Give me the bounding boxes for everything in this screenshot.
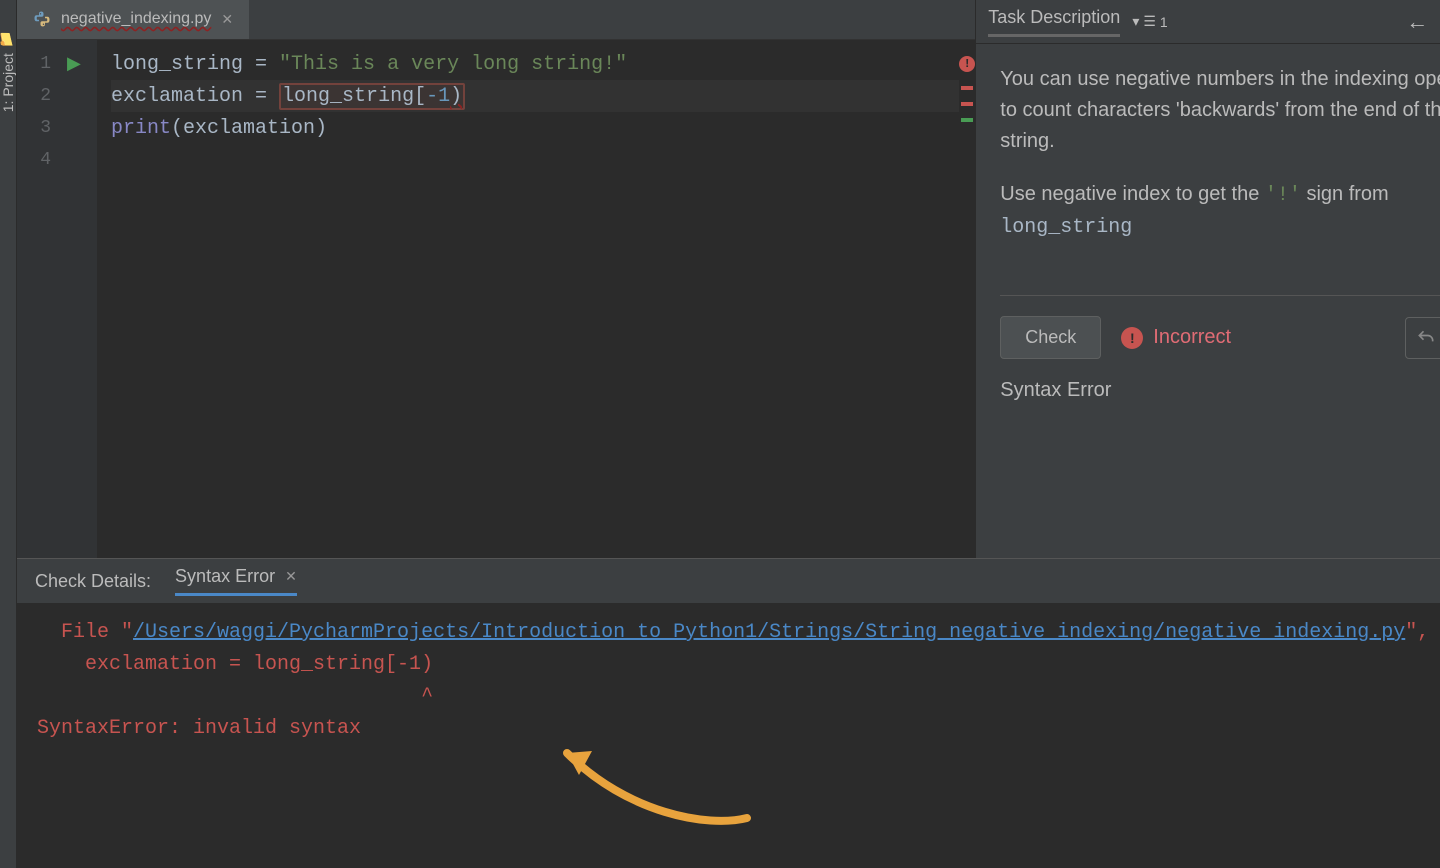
annotation-arrow-icon (547, 733, 767, 833)
error-stripe[interactable] (961, 102, 973, 106)
main-area: negative_indexing.py ✕ 1 ▶ 2 3 (17, 0, 1440, 868)
code-line[interactable] (111, 144, 959, 176)
task-actions: Check ! Incorrect (976, 316, 1440, 379)
console-line: File "/Users/waggi/PycharmProjects/Intro… (37, 617, 1440, 649)
task-description: You can use negative numbers in the inde… (976, 44, 1440, 285)
ok-stripe[interactable] (961, 118, 973, 122)
left-tool-gutter: 1: Project 📁 (0, 0, 17, 868)
folder-icon: 📁 (0, 31, 17, 47)
divider (1000, 295, 1440, 296)
check-details-header: Check Details: Syntax Error ✕ — (17, 559, 1440, 603)
run-gutter-icon[interactable]: ▶ (67, 53, 81, 75)
editor-tab-label: negative_indexing.py (61, 10, 211, 28)
error-stripe[interactable] (961, 86, 973, 90)
status-badge: ! Incorrect (1121, 326, 1231, 349)
task-header: Task Description ▾☰1 ← → (976, 0, 1440, 44)
check-button[interactable]: Check (1000, 316, 1101, 359)
editor-gutter: 1 ▶ 2 3 4 (17, 40, 97, 558)
chevron-down-icon: ▾ (1132, 13, 1139, 30)
task-list-indicator[interactable]: ▾☰1 (1132, 13, 1167, 30)
code-line[interactable]: print(exclamation) (111, 112, 959, 144)
task-title: Task Description (988, 7, 1120, 37)
close-icon[interactable]: ✕ (285, 568, 297, 585)
undo-button[interactable] (1405, 317, 1440, 359)
console-line: SyntaxError: invalid syntax (37, 713, 1440, 745)
prev-task-button[interactable]: ← (1401, 6, 1433, 38)
editor-tabs: negative_indexing.py ✕ (17, 0, 975, 40)
marker-strip: ! (959, 40, 975, 558)
code-line[interactable]: long_string = "This is a very long strin… (111, 48, 959, 80)
task-paragraph: You can use negative numbers in the inde… (1000, 64, 1440, 157)
line-number: 3 (17, 118, 57, 138)
code-area[interactable]: long_string = "This is a very long strin… (97, 40, 959, 558)
console-line: ^ (37, 681, 1440, 713)
close-icon[interactable]: ✕ (221, 11, 233, 28)
editor-tab[interactable]: negative_indexing.py ✕ (17, 0, 249, 39)
task-panel: Task Description ▾☰1 ← → You can use neg… (975, 0, 1440, 558)
editor-pane: negative_indexing.py ✕ 1 ▶ 2 3 (17, 0, 975, 558)
project-tool-tab[interactable]: 1: Project 📁 (0, 30, 16, 112)
line-number: 4 (17, 150, 57, 170)
line-number: 2 (17, 86, 57, 106)
editor-body[interactable]: 1 ▶ 2 3 4 long_string = "This is (17, 40, 975, 558)
task-error-title: Syntax Error (976, 379, 1440, 422)
file-link[interactable]: /Users/waggi/PycharmProjects/Introductio… (133, 621, 1405, 644)
python-file-icon (33, 10, 51, 28)
error-marker-icon[interactable]: ! (959, 56, 975, 72)
error-icon: ! (1121, 327, 1143, 349)
console-line: exclamation = long_string[-1) (37, 649, 1440, 681)
check-details-tab[interactable]: Syntax Error ✕ (175, 566, 297, 596)
top-split: negative_indexing.py ✕ 1 ▶ 2 3 (17, 0, 1440, 558)
check-details-label: Check Details: (35, 571, 151, 592)
project-label: 1: Project (0, 53, 16, 112)
code-line[interactable]: exclamation = long_string[-1) (111, 80, 959, 112)
task-paragraph: Use negative index to get the '!' sign f… (1000, 179, 1440, 243)
line-number: 1 (17, 54, 57, 74)
console-output[interactable]: File "/Users/waggi/PycharmProjects/Intro… (17, 603, 1440, 868)
check-details-panel: Check Details: Syntax Error ✕ — File "/U… (17, 558, 1440, 868)
